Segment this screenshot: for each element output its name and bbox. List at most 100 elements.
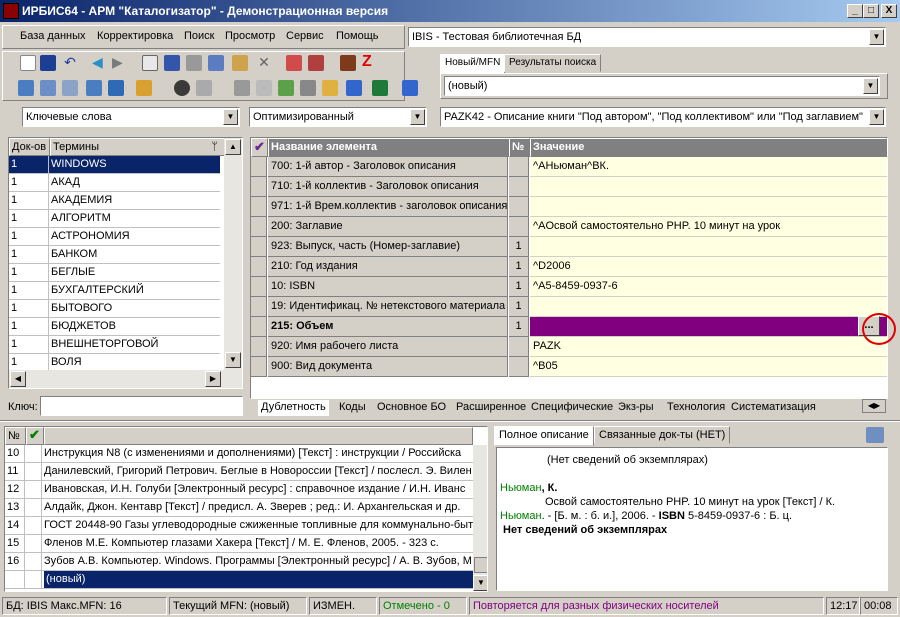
element-value[interactable] — [530, 197, 887, 217]
col-doc-number[interactable]: № — [5, 427, 26, 445]
chat-icon[interactable] — [18, 80, 34, 96]
col-terms[interactable]: Термины ᛘ — [50, 138, 225, 156]
element-value[interactable]: ^B05 — [530, 357, 887, 377]
record-row[interactable]: 920: Имя рабочего листа PAZK — [251, 337, 887, 357]
terms-hscroll[interactable]: ◀ ▶ — [9, 370, 242, 388]
pin-icon[interactable]: ᛘ — [211, 139, 218, 155]
forward-icon[interactable]: ▶ — [112, 55, 128, 71]
record-row[interactable]: 700: 1-й автор - Заголовок описания ^AНью… — [251, 157, 887, 177]
excel-icon[interactable] — [372, 80, 388, 96]
col-doc-description[interactable] — [44, 427, 473, 445]
info-icon[interactable] — [402, 80, 418, 96]
chevron-down-icon[interactable]: ▼ — [223, 109, 238, 125]
tab-search-results[interactable]: Результаты поиска — [504, 54, 602, 72]
minimize-button[interactable]: _ — [847, 4, 863, 18]
splitter[interactable] — [0, 420, 900, 422]
folder-icon[interactable] — [322, 80, 338, 96]
record-row[interactable]: 210: Год издания 1 ^D2006 — [251, 257, 887, 277]
dictionary-icon[interactable] — [40, 80, 56, 96]
preview-pub-author[interactable]: Ньюман — [500, 510, 542, 522]
term-row[interactable]: 1 ВНЕШНЕТОРГОВОЙ — [9, 336, 220, 354]
record-tab[interactable]: Технология — [667, 400, 725, 416]
doc-row[interactable]: 14 ГОСТ 20448-90 Газы углеводородные сжиж… — [5, 517, 473, 535]
doc-row[interactable]: 16 Зубов А.В. Компьютер. Windows. Програм… — [5, 553, 473, 571]
scroll-up-icon[interactable]: ▲ — [225, 139, 241, 155]
menu-database[interactable]: База данных — [20, 30, 86, 42]
database-combo[interactable]: IBIS - Тестовая библиотечная БД ▼ — [408, 27, 886, 47]
page-icon[interactable] — [256, 80, 272, 96]
check-column-icon[interactable]: ✔ — [26, 427, 44, 445]
message-icon[interactable] — [86, 80, 102, 96]
record-tab[interactable]: Экз-ры — [618, 400, 654, 416]
record-row[interactable]: 900: Вид документа ^B05 — [251, 357, 887, 377]
mfn-combo[interactable]: (новый) ▼ — [444, 76, 880, 96]
scroll-thumb[interactable] — [474, 557, 487, 573]
element-value[interactable] — [530, 317, 887, 337]
chevron-down-icon[interactable]: ▼ — [869, 109, 884, 125]
scroll-right-icon[interactable]: ▶ — [205, 371, 221, 387]
doc-row[interactable]: 15 Фленов М.Е. Компьютер глазами Хакера [… — [5, 535, 473, 553]
element-value[interactable] — [530, 237, 887, 257]
record-tab[interactable]: Систематизация — [731, 400, 816, 416]
menu-edit[interactable]: Корректировка — [97, 30, 173, 42]
arrow-page-icon[interactable] — [278, 80, 294, 96]
record-row[interactable]: 923: Выпуск, часть (Номер-заглавие) 1 — [251, 237, 887, 257]
term-row[interactable]: 1 БУХГАЛТЕРСКИЙ — [9, 282, 220, 300]
chevron-down-icon[interactable]: ▼ — [863, 78, 878, 94]
delete-icon[interactable]: ✕ — [256, 55, 272, 71]
element-value[interactable]: ^D2006 — [530, 257, 887, 277]
doc-row[interactable]: 12 Ивановская, И.Н. Голуби [Электронный р… — [5, 481, 473, 499]
tab-linked-docs[interactable]: Связанные док-ты (НЕТ) — [594, 426, 731, 444]
doc-check[interactable] — [26, 499, 42, 517]
table-icon[interactable] — [164, 55, 180, 71]
term-row[interactable]: 1 БЕГЛЫЕ — [9, 264, 220, 282]
record-tab[interactable]: Расширенное — [456, 400, 526, 416]
doc-check[interactable] — [26, 553, 42, 571]
doc-row[interactable]: 11 Данилевский, Григорий Петрович. Беглые… — [5, 463, 473, 481]
tab-new-mfn[interactable]: Новый/MFN — [440, 54, 506, 74]
printer-icon[interactable] — [234, 80, 250, 96]
tab-full-description[interactable]: Полное описание — [494, 426, 594, 446]
term-row[interactable]: 1 АСТРОНОМИЯ — [9, 228, 220, 246]
print-icon[interactable] — [186, 55, 202, 71]
record-tab[interactable]: Специфические — [531, 400, 613, 416]
menu-service[interactable]: Сервис — [286, 30, 324, 42]
col-value[interactable]: Значение — [530, 138, 887, 157]
term-row[interactable]: 1 АКАД — [9, 174, 220, 192]
doc-check[interactable] — [26, 517, 42, 535]
term-row[interactable]: 1 БАНКОМ — [9, 246, 220, 264]
print-preview-icon[interactable] — [866, 427, 884, 443]
record-tab[interactable]: Основное БО — [377, 400, 446, 416]
link-icon[interactable] — [108, 80, 124, 96]
doc-check[interactable] — [26, 463, 42, 481]
col-element-name[interactable]: Название элемента — [268, 138, 510, 157]
terms-vscroll[interactable]: ▲ ▼ — [224, 138, 242, 370]
col-number[interactable]: № — [509, 138, 530, 157]
term-row[interactable]: 1 БЮДЖЕТОВ — [9, 318, 220, 336]
tree-icon[interactable] — [208, 55, 224, 71]
term-row[interactable]: 1 БЫТОВОГО — [9, 300, 220, 318]
new-record-icon[interactable] — [20, 55, 36, 71]
element-value[interactable]: ^AНьюман^BК. — [530, 157, 887, 177]
menu-search[interactable]: Поиск — [184, 30, 214, 42]
term-row[interactable]: 1 АЛГОРИТМ — [9, 210, 220, 228]
record-row[interactable]: 19: Идентификац. № нетекстового материал… — [251, 297, 887, 317]
doc-row[interactable]: (новый) — [5, 571, 473, 589]
key-input[interactable] — [40, 396, 243, 416]
element-value[interactable] — [530, 297, 887, 317]
menu-view[interactable]: Просмотр — [225, 30, 275, 42]
preview-author-link[interactable]: Ньюман — [500, 482, 542, 494]
doc-icon[interactable] — [300, 80, 316, 96]
record-row[interactable]: 710: 1-й коллектив - Заголовок описания — [251, 177, 887, 197]
record-row[interactable]: 971: 1-й Врем.коллектив - заголовок опис… — [251, 197, 887, 217]
scroll-down-icon[interactable]: ▼ — [225, 352, 241, 368]
chart-icon[interactable] — [346, 80, 362, 96]
close-button[interactable]: X — [881, 4, 897, 18]
export-icon[interactable] — [308, 55, 324, 71]
chevron-down-icon[interactable]: ▼ — [869, 29, 884, 45]
record-row[interactable]: 215: Объем 1 — [251, 317, 887, 337]
scroll-left-icon[interactable]: ◀ — [10, 371, 26, 387]
z-icon[interactable]: Z — [362, 54, 378, 70]
doc-row[interactable]: 10 Инструкция N8 (с изменениями и дополне… — [5, 445, 473, 463]
worksheet-combo[interactable]: PAZK42 - Описание книги "Под автором", "… — [440, 107, 886, 127]
